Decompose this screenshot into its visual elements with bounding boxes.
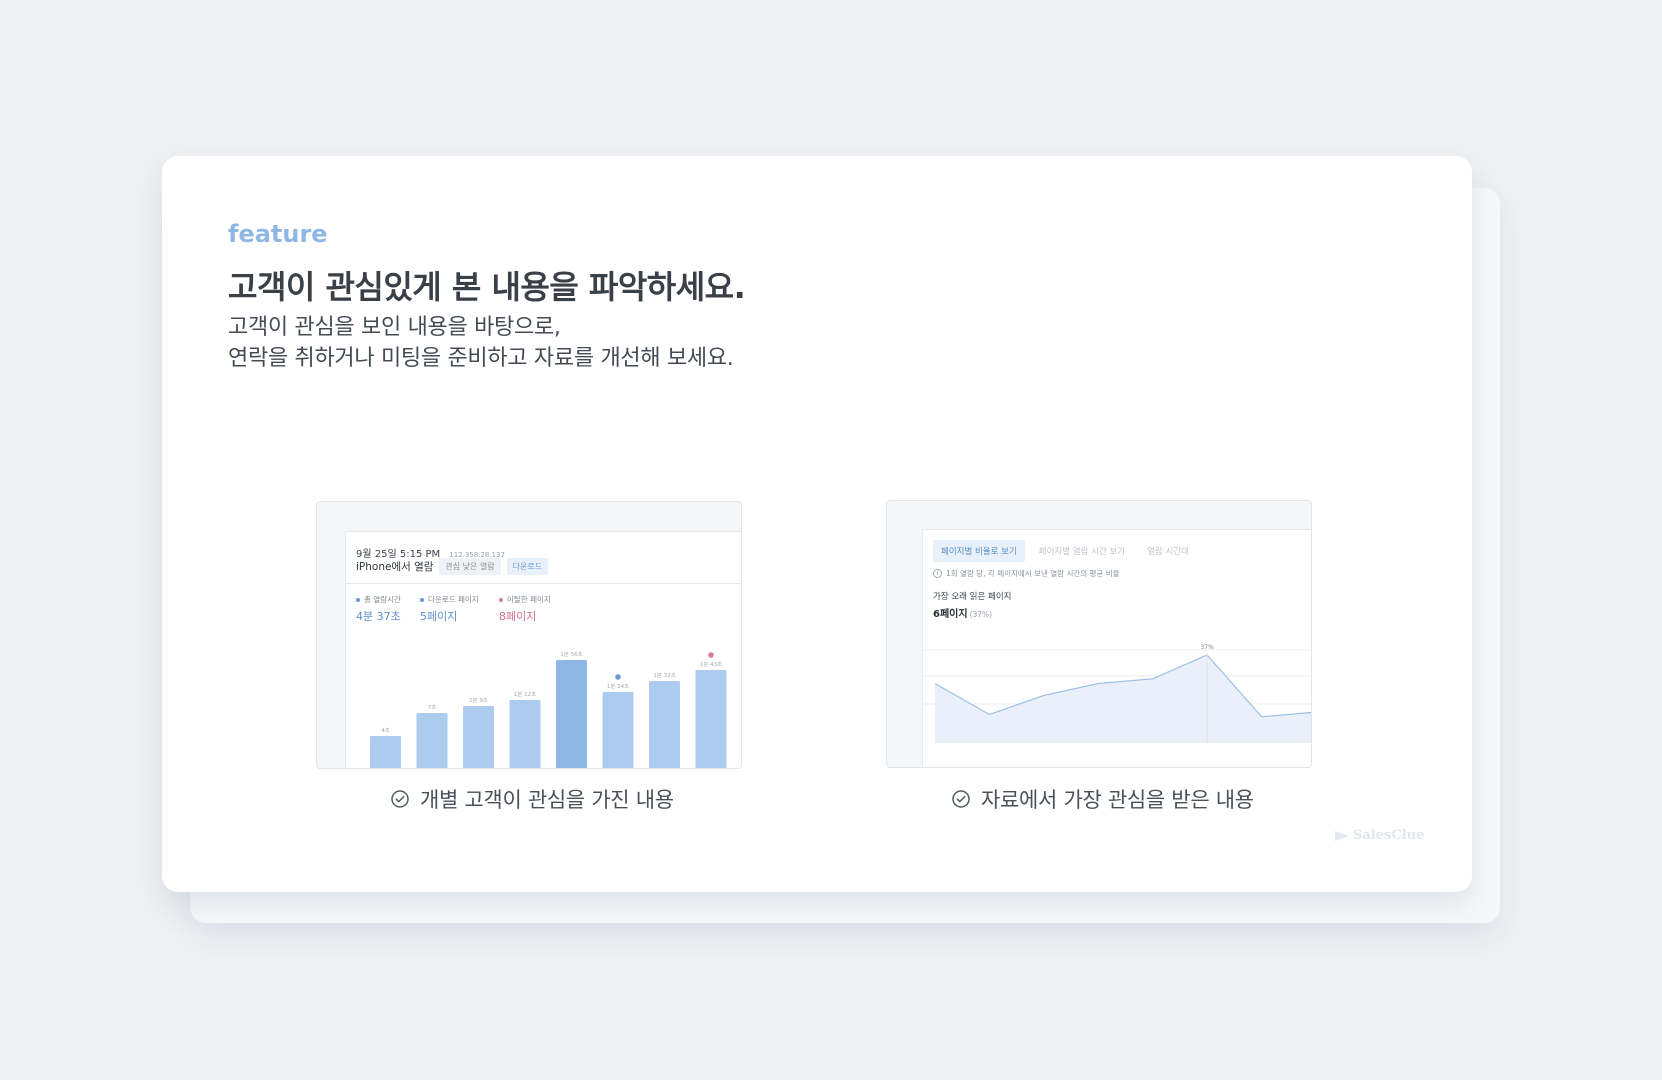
page-ratio-line-chart: 37%	[923, 644, 1311, 743]
page-value: 6페이지	[933, 609, 968, 620]
bar-label: 1분 9초	[469, 697, 488, 704]
stat-label: 다운로드 페이지	[428, 595, 479, 604]
logo-icon	[1335, 830, 1349, 841]
feature-card: feature 고객이 관심있게 본 내용을 파악하세요. 고객이 관심을 보인…	[162, 156, 1472, 892]
description-line-2: 연락을 취하거나 미팅을 준비하고 자료를 개선해 보세요.	[228, 346, 734, 371]
stat-label: 이탈한 페이지	[507, 595, 551, 604]
area-fill	[935, 655, 1311, 743]
stat-value: 4분 37초	[356, 610, 401, 623]
chart-bar	[370, 736, 401, 768]
caption-text: 자료에서 가장 관심을 받은 내용	[981, 788, 1254, 812]
chart-bar	[556, 660, 587, 768]
chart-bar	[416, 713, 448, 768]
bar-label: 1분 24초	[607, 683, 629, 690]
logo-text: SalesClue	[1353, 828, 1425, 843]
note-text: 1회 열람 당, 각 페이지에서 보낸 열람 시간의 평균 비율	[946, 569, 1120, 578]
bar-label: 4초	[381, 727, 390, 734]
chart-bar	[463, 706, 494, 768]
divider	[346, 583, 741, 584]
bullet-icon	[420, 597, 424, 602]
download-chip: 다운로드	[506, 558, 549, 575]
stat-value: 8페이지	[499, 610, 537, 623]
tab-page-ratio[interactable]: 페이지별 비율로 보기	[933, 540, 1025, 562]
document-stats-panel: 페이지별 비율로 보기 페이지별 열람 시간 보기 열람 시간대 i 1회 열람…	[922, 529, 1311, 767]
page-title: 고객이 관심있게 본 내용을 파악하세요.	[228, 268, 746, 306]
bar-label: 7초	[428, 704, 437, 711]
stat-label: 총 열람시간	[364, 595, 401, 604]
view-tabs: 페이지별 비율로 보기 페이지별 열람 시간 보기 열람 시간대	[933, 540, 1197, 562]
bar-label: 1분 32초	[653, 672, 675, 679]
bullet-icon	[499, 597, 503, 602]
individual-view-screenshot: 9월 25일 5:15 PM 112.358.28.137 iPhone에서 열…	[316, 501, 742, 769]
peak-label: 37%	[1200, 644, 1214, 651]
caption-individual: 개별 고객이 관심을 가진 내용	[390, 784, 674, 814]
bar-label: 1분 12초	[514, 691, 536, 698]
bar-label: 1분 43초	[700, 661, 722, 668]
page-time-bar-chart: 4초 7초 1분 9초 1분 12초 1분 56초 1분 24초 1분 32초 1분 43초	[370, 651, 727, 768]
stat-download-pages: 다운로드 페이지 5페이지	[420, 594, 479, 624]
tab-page-time[interactable]: 페이지별 열람 시간 보기	[1031, 540, 1133, 562]
info-icon: i	[933, 569, 942, 578]
stat-value: 5페이지	[420, 610, 458, 623]
download-marker	[615, 674, 621, 680]
chart-bar	[602, 692, 634, 768]
stat-total-time: 총 열람시간 4분 37초	[356, 594, 401, 624]
document-view-screenshot: 페이지별 비율로 보기 페이지별 열람 시간 보기 열람 시간대 i 1회 열람…	[886, 500, 1312, 768]
bar-label: 1분 56초	[560, 651, 582, 658]
exit-marker	[708, 652, 714, 658]
caption-document: 자료에서 가장 관심을 받은 내용	[951, 784, 1254, 814]
brand-logo: SalesClue	[1334, 828, 1424, 843]
stat-exit-page: 이탈한 페이지 8페이지	[499, 594, 551, 624]
chart-bar	[649, 681, 680, 768]
caption-text: 개별 고객이 관심을 가진 내용	[420, 788, 674, 812]
feature-eyebrow: feature	[228, 220, 328, 248]
chart-bar	[695, 670, 727, 768]
check-circle-icon	[952, 790, 970, 808]
description-line-1: 고객이 관심을 보인 내용을 바탕으로,	[228, 315, 561, 340]
bullet-icon	[356, 597, 360, 602]
most-read-label: 가장 오래 읽은 페이지	[933, 592, 1012, 602]
most-read-value: 6페이지 (37%)	[933, 605, 992, 620]
check-circle-icon	[391, 790, 409, 808]
tab-time-of-day[interactable]: 열람 시간대	[1139, 540, 1197, 562]
view-device-title: iPhone에서 열람	[356, 561, 434, 573]
chart-bar	[509, 700, 541, 768]
page-percent: (37%)	[969, 610, 993, 619]
viewer-detail-panel: 9월 25일 5:15 PM 112.358.28.137 iPhone에서 열…	[345, 531, 741, 768]
interest-chip: 관심 낮은 열람	[439, 558, 501, 575]
feature-description: 고객이 관심을 보인 내용을 바탕으로, 연락을 취하거나 미팅을 준비하고 자…	[228, 312, 734, 374]
average-note: i 1회 열람 당, 각 페이지에서 보낸 열람 시간의 평균 비율	[933, 568, 1120, 579]
